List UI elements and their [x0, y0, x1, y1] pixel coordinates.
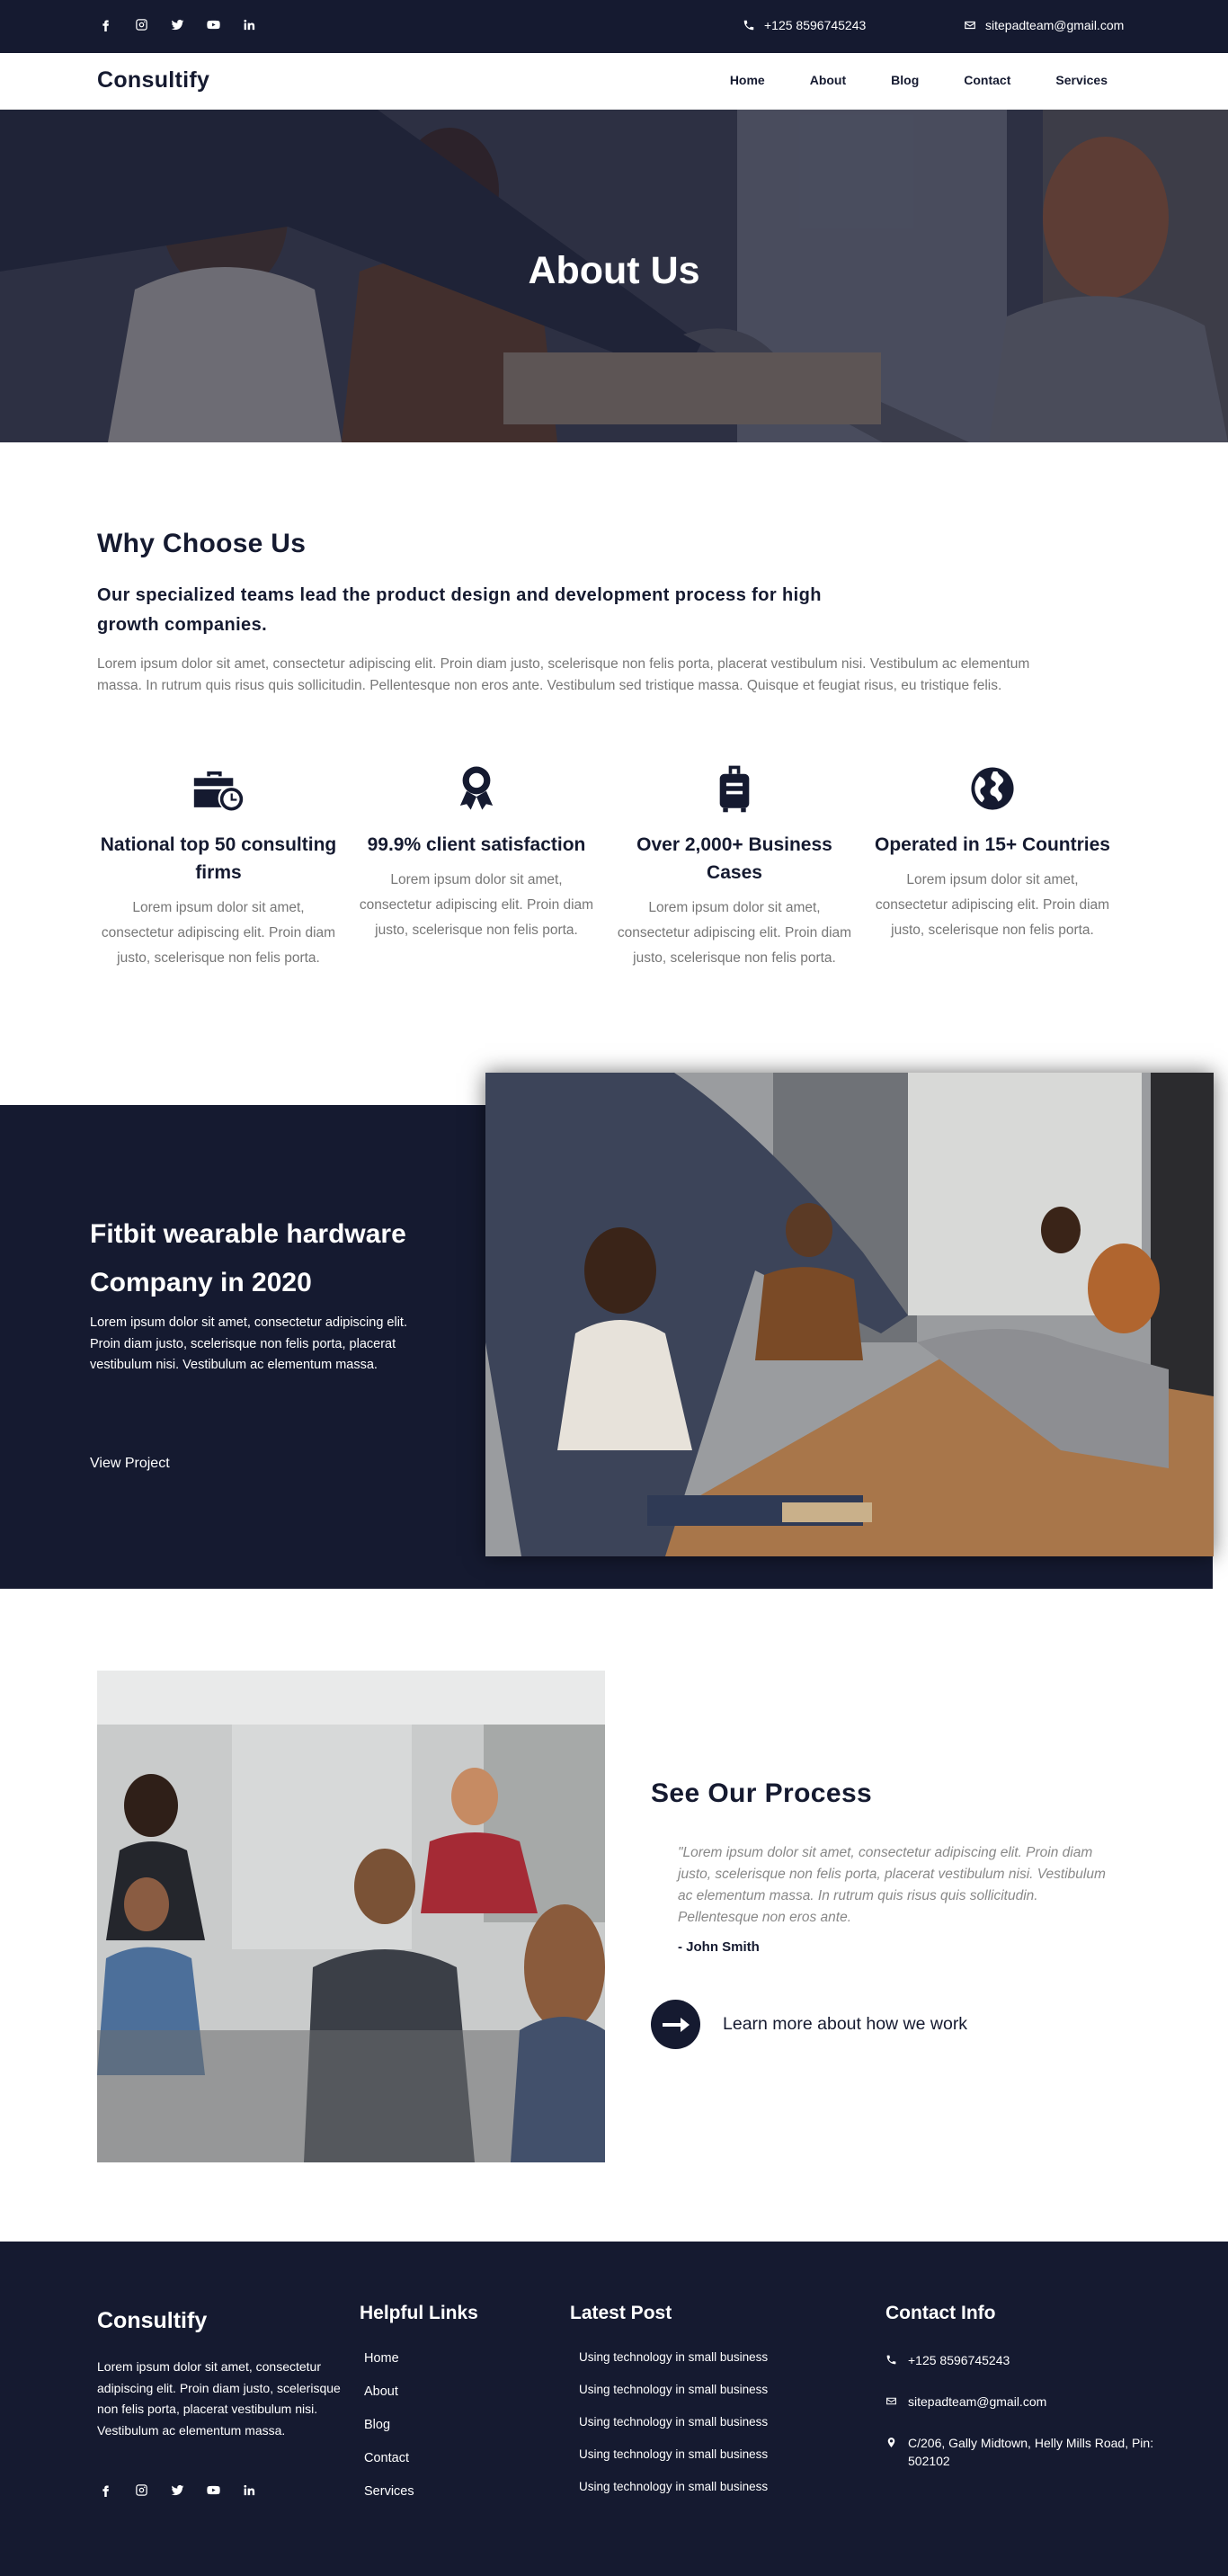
- top-phone-text: +125 8596745243: [764, 18, 867, 32]
- footer-email-text: sitepadteam@gmail.com: [908, 2394, 1047, 2409]
- feature-title: 99.9% client satisfaction: [367, 834, 586, 855]
- nav-services[interactable]: Services: [1055, 73, 1108, 87]
- feature-text: Lorem ipsum dolor sit amet, consectetur …: [101, 900, 336, 966]
- feature-card: Operated in 15+ Countries Lorem ipsum do…: [871, 762, 1114, 943]
- footer: Consultify Lorem ipsum dolor sit amet, c…: [0, 2242, 1228, 2576]
- arrow-right-icon[interactable]: [651, 2000, 700, 2049]
- award-icon: [445, 762, 508, 815]
- project-photo: [485, 1073, 1214, 1556]
- why-title: Why Choose Us: [97, 529, 307, 558]
- facebook-icon[interactable]: [97, 2482, 113, 2498]
- footer-posts: Using technology in small business Using…: [579, 2350, 768, 2512]
- process-photo: [97, 1671, 605, 2162]
- linkedin-icon[interactable]: [241, 2482, 257, 2498]
- navbar: Consultify Home About Blog Contact Servi…: [0, 53, 1228, 110]
- brand-logo[interactable]: Consultify: [97, 67, 209, 94]
- why-body: Lorem ipsum dolor sit amet, consectetur …: [97, 656, 1030, 693]
- why-subtitle: Our specialized teams lead the product d…: [97, 585, 822, 635]
- map-pin-icon: [887, 2438, 895, 2447]
- top-email[interactable]: sitepadteam@gmail.com: [964, 18, 1124, 32]
- feature-title: Operated in 15+ Countries: [875, 834, 1110, 855]
- footer-social-links: [97, 2482, 257, 2498]
- process-title: See Our Process: [651, 1778, 873, 1808]
- youtube-icon[interactable]: [205, 2482, 221, 2498]
- footer-post-link[interactable]: Using technology in small business: [579, 2350, 768, 2383]
- hero-banner: About Us: [0, 110, 1228, 442]
- footer-brand[interactable]: Consultify: [97, 2308, 207, 2334]
- nav-contact[interactable]: Contact: [964, 73, 1010, 87]
- nav-about[interactable]: About: [810, 73, 846, 87]
- footer-link-home[interactable]: Home: [364, 2351, 414, 2384]
- feature-card: National top 50 consulting firms Lorem i…: [97, 762, 340, 971]
- feature-text: Lorem ipsum dolor sit amet, consectetur …: [617, 900, 852, 966]
- features-grid: National top 50 consulting firms Lorem i…: [97, 762, 1131, 996]
- footer-phone-text: +125 8596745243: [908, 2353, 1010, 2367]
- hero-title: About Us: [528, 249, 700, 292]
- footer-links: Home About Blog Contact Services: [364, 2351, 414, 2518]
- project-text: Lorem ipsum dolor sit amet, consectetur …: [90, 1315, 407, 1372]
- footer-links-title: Helpful Links: [360, 2303, 478, 2323]
- footer-address-text: C/206, Gally Midtown, Helly Mills Road, …: [908, 2436, 1154, 2468]
- envelope-icon: [886, 2397, 896, 2405]
- feature-text: Lorem ipsum dolor sit amet, consectetur …: [359, 872, 594, 938]
- footer-link-contact[interactable]: Contact: [364, 2451, 414, 2484]
- footer-post-link[interactable]: Using technology in small business: [579, 2447, 768, 2480]
- top-phone[interactable]: +125 8596745243: [743, 18, 866, 32]
- youtube-icon[interactable]: [205, 16, 221, 32]
- process-photo-image: [97, 1671, 605, 2162]
- top-email-text: sitepadteam@gmail.com: [985, 18, 1125, 32]
- linkedin-icon[interactable]: [241, 16, 257, 32]
- nav-home[interactable]: Home: [730, 73, 765, 87]
- footer-phone[interactable]: +125 8596745243: [885, 2351, 1155, 2369]
- phone-icon: [886, 2355, 896, 2365]
- feature-card: Over 2,000+ Business Cases Lorem ipsum d…: [613, 762, 856, 971]
- footer-post-link[interactable]: Using technology in small business: [579, 2383, 768, 2415]
- twitter-icon[interactable]: [169, 16, 185, 32]
- feature-title: National top 50 consulting firms: [100, 834, 337, 883]
- instagram-icon[interactable]: [133, 2482, 149, 2498]
- feature-card: 99.9% client satisfaction Lorem ipsum do…: [355, 762, 598, 943]
- footer-posts-title: Latest Post: [570, 2303, 672, 2323]
- process-cta[interactable]: Learn more about how we work: [651, 2000, 967, 2049]
- view-project-link[interactable]: View Project: [90, 1456, 170, 1472]
- facebook-icon[interactable]: [97, 16, 113, 32]
- top-bar: +125 8596745243 sitepadteam@gmail.com: [0, 0, 1228, 53]
- project-title: Fitbit wearable hardware Company in 2020: [90, 1219, 406, 1297]
- footer-description: Lorem ipsum dolor sit amet, consectetur …: [97, 2359, 341, 2438]
- main-nav: Home About Blog Contact Services: [730, 73, 1108, 87]
- footer-post-link[interactable]: Using technology in small business: [579, 2415, 768, 2447]
- process-cta-label[interactable]: Learn more about how we work: [723, 2014, 967, 2035]
- process-author: - John Smith: [678, 1939, 760, 1955]
- footer-address: C/206, Gally Midtown, Helly Mills Road, …: [885, 2434, 1155, 2470]
- feature-text: Lorem ipsum dolor sit amet, consectetur …: [875, 872, 1110, 938]
- globe-icon: [961, 762, 1024, 815]
- briefcase-clock-icon: [187, 762, 250, 815]
- top-social-links: [97, 16, 257, 32]
- process-quote: "Lorem ipsum dolor sit amet, consectetur…: [678, 1845, 1106, 1925]
- instagram-icon[interactable]: [133, 16, 149, 32]
- twitter-icon[interactable]: [169, 2482, 185, 2498]
- footer-link-about[interactable]: About: [364, 2384, 414, 2418]
- footer-link-services[interactable]: Services: [364, 2484, 414, 2518]
- footer-link-blog[interactable]: Blog: [364, 2418, 414, 2451]
- phone-icon: [743, 20, 754, 31]
- footer-contact: +125 8596745243 sitepadteam@gmail.com C/…: [885, 2351, 1155, 2493]
- project-photo-image: [485, 1073, 1214, 1556]
- envelope-icon: [965, 21, 975, 30]
- feature-title: Over 2,000+ Business Cases: [636, 834, 832, 883]
- nav-blog[interactable]: Blog: [891, 73, 919, 87]
- footer-post-link[interactable]: Using technology in small business: [579, 2480, 768, 2512]
- footer-contact-title: Contact Info: [885, 2303, 996, 2323]
- luggage-icon: [703, 762, 766, 815]
- footer-email[interactable]: sitepadteam@gmail.com: [885, 2393, 1155, 2411]
